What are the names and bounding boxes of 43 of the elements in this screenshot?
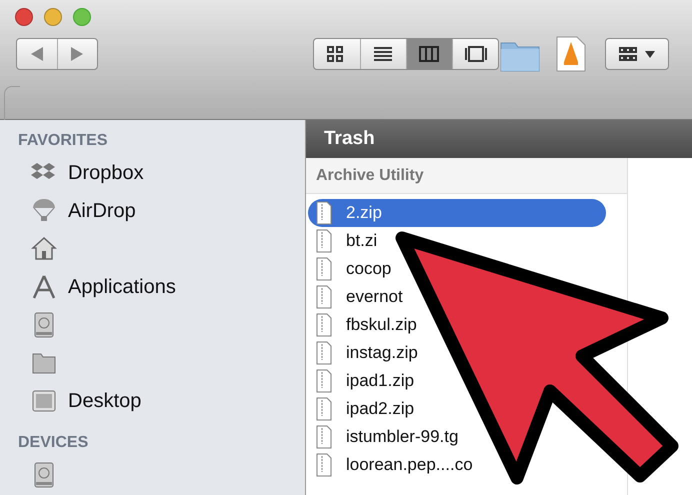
sidebar-item[interactable]: Desktop xyxy=(68,386,142,416)
forward-arrow-icon xyxy=(71,47,84,61)
minimize-button[interactable] xyxy=(44,8,62,26)
zip-file-icon xyxy=(316,341,332,365)
zip-file-icon xyxy=(316,201,332,225)
file-row[interactable]: cocop xyxy=(308,255,394,283)
file-row[interactable]: 2.zip xyxy=(308,199,606,227)
file-row[interactable]: fbskul.zip xyxy=(308,311,419,339)
sidebar-item[interactable]: Dropbox xyxy=(68,158,144,188)
zip-file-icon xyxy=(316,397,332,421)
cover-flow-icon xyxy=(464,45,486,63)
grid-icon xyxy=(619,47,637,61)
zip-file-icon xyxy=(316,229,332,253)
close-button[interactable] xyxy=(15,8,33,26)
arrange-button[interactable] xyxy=(605,38,669,70)
zip-file-icon xyxy=(316,313,332,337)
column-view-button[interactable] xyxy=(406,39,452,69)
sidebar-item[interactable]: Applications xyxy=(68,272,176,302)
back-arrow-icon xyxy=(30,47,43,61)
parachute-icon xyxy=(31,198,57,224)
parent-folder-label: Archive Utility xyxy=(306,158,627,194)
file-row[interactable]: instag.zip xyxy=(308,339,420,367)
caret-icon xyxy=(645,50,655,58)
list-view-icon xyxy=(372,45,394,63)
file-row[interactable]: ipad2.zip xyxy=(308,395,416,423)
sidebar-item[interactable]: AirDrop xyxy=(68,196,136,226)
desktop-icon xyxy=(31,388,57,414)
zip-file-icon xyxy=(316,257,332,281)
sidebar-section-title: FAVORITES xyxy=(17,131,108,151)
column-view-icon xyxy=(418,45,440,63)
zip-file-icon xyxy=(316,285,332,309)
file-row[interactable]: loorean.pep....co xyxy=(308,451,475,479)
file-row[interactable]: istumbler-99.tg xyxy=(308,423,460,451)
sidebar-section-title: DEVICES xyxy=(17,433,90,453)
media-file-icon[interactable] xyxy=(556,36,586,72)
column-header: Trash xyxy=(306,120,692,158)
house-icon xyxy=(31,236,57,262)
file-row[interactable]: evernot xyxy=(308,283,405,311)
zip-file-icon xyxy=(316,425,332,449)
zip-file-icon xyxy=(316,453,332,477)
file-row[interactable]: ipad1.zip xyxy=(308,367,416,395)
file-row[interactable]: bt.zi xyxy=(308,227,380,255)
zip-file-icon xyxy=(316,369,332,393)
